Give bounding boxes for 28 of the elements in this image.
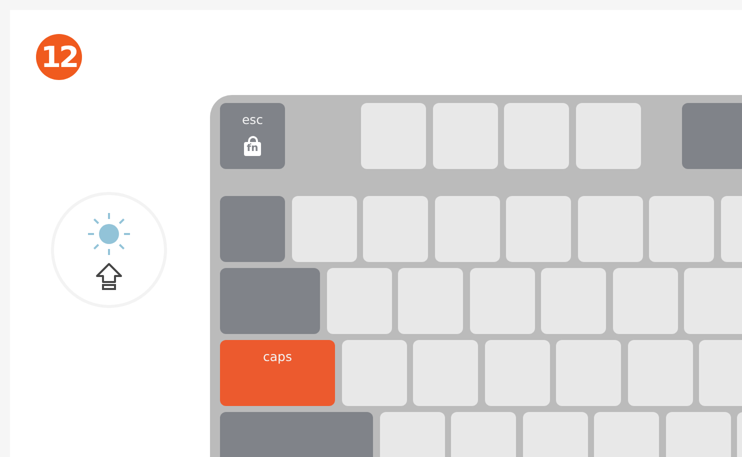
keyboard-key: [342, 340, 406, 406]
keyboard-key: [413, 340, 478, 406]
keyboard-key: [682, 103, 742, 169]
keyboard-key: [506, 196, 571, 262]
keyboard-key: [578, 196, 642, 262]
keyboard-key: [470, 268, 534, 334]
keyboard-key: [398, 268, 463, 334]
keyboard-key: [649, 196, 714, 262]
keyboard-key: [556, 340, 621, 406]
keyboard-key: [361, 103, 426, 169]
shift-arrow-icon: [95, 262, 123, 290]
keyboard-key: [326, 268, 392, 334]
keyboard-key: [541, 268, 606, 334]
key-label: caps: [263, 349, 292, 364]
keyboard-key: [628, 340, 692, 406]
keyboard-key: [576, 103, 640, 169]
keyboard-key: [432, 103, 498, 169]
step-number-badge: 12: [36, 34, 82, 80]
keyboard-key: [434, 196, 500, 262]
keyboard-key: [684, 268, 742, 334]
keyboard-key: [484, 340, 550, 406]
key-label: esc: [242, 112, 264, 127]
keyboard-key: [220, 196, 285, 262]
keyboard-key: [363, 196, 428, 262]
sun-icon: [85, 210, 133, 258]
keyboard-key: [292, 196, 356, 262]
keyboard-key: [612, 268, 678, 334]
keyboard-key: [504, 103, 569, 169]
